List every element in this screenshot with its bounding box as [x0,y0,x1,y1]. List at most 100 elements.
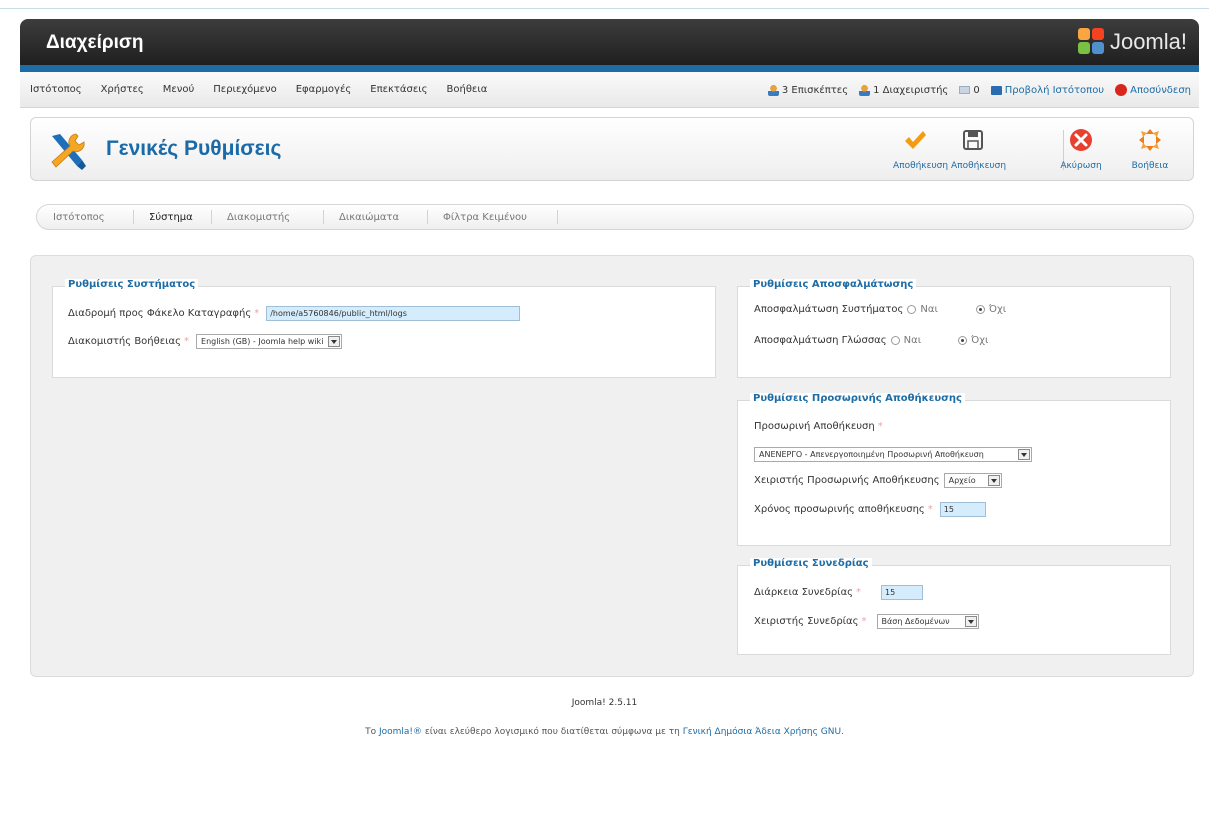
cache-time-input[interactable]: 15 [939,502,986,517]
header-accent-band [20,65,1199,72]
log-path-label: Διαδρομή προς Φάκελο Καταγραφής [68,308,252,319]
main-menu: Ιστότοπος Χρήστες Μενού Περιεχόμενο Εφαρ… [30,84,506,95]
logout-link[interactable]: Αποσύνδεση [1115,84,1191,96]
save-button[interactable]: Αποθήκευση [951,128,1006,171]
help-server-label: Διακομιστής Βοήθειας [68,336,182,347]
license-footer: Το Joomla!® είναι ελεύθερο λογισμικό που… [365,727,844,737]
language-debug-label: Αποσφαλμάτωση Γλώσσας [754,335,887,346]
logout-icon [1115,84,1128,96]
cache-handler-select[interactable]: Αρχείο [943,473,1002,488]
cancel-icon [1070,129,1092,151]
tab-system[interactable]: Σύστημα [149,212,193,223]
system-debug-label: Αποσφαλμάτωση Συστήματος [754,304,904,315]
menu-item-help[interactable]: Βοήθεια [447,84,488,95]
messages-status[interactable]: 0 [959,85,980,96]
checkmark-icon [905,131,926,149]
tab-permissions[interactable]: Δικαιώματα [339,212,399,223]
visitors-status: 3 Επισκέπτες [767,84,848,96]
debug-settings-fieldset: Ρυθμίσεις Αποσφαλμάτωσης Αποσφαλμάτωση Σ… [737,279,1171,378]
chevron-down-icon [987,475,1000,486]
main-menubar: Ιστότοπος Χρήστες Μενού Περιεχόμενο Εφαρ… [20,72,1199,108]
page-title: Γενικές Ρυθμίσεις [106,137,282,160]
floppy-disk-icon [963,130,983,150]
menu-item-content[interactable]: Περιεχόμενο [213,84,276,95]
system-debug-no-radio[interactable] [975,305,985,314]
tab-separator [323,210,324,224]
required-marker: * [184,336,190,347]
page-toolbar: Γενικές Ρυθμίσεις Αποθήκευση Αποθήκευση … [30,117,1194,181]
system-debug-no-label: Όχι [988,304,1007,315]
log-path-row: Διαδρομή προς Φάκελο Καταγραφής * /home/… [68,306,521,321]
language-debug-no-radio[interactable] [958,336,968,345]
version-footer: Joomla! 2.5.11 [571,698,638,708]
language-debug-no-label: Όχι [971,335,989,346]
session-lifetime-row: Διάρκεια Συνεδρίας * 15 [754,585,924,600]
language-debug-row: Αποσφαλμάτωση Γλώσσας Ναι Όχι [754,335,988,346]
menu-item-site[interactable]: Ιστότοπος [30,84,82,95]
session-handler-select[interactable]: Βάση Δεδομένων [876,614,979,629]
save-close-button[interactable]: Αποθήκευση [893,128,948,171]
joomla-logo-icon [1077,28,1106,56]
tab-separator [133,210,134,224]
help-button[interactable]: Βοήθεια [1125,128,1175,171]
required-marker: * [856,587,862,598]
cancel-button[interactable]: Ακύρωση [1053,128,1109,171]
language-debug-yes-label: Ναι [903,335,922,346]
joomla-logo[interactable]: Joomla! [1077,28,1187,56]
joomla-link[interactable]: Joomla!® [379,727,422,737]
cache-select-row: ΑΝΕΝΕΡΓΟ - Απενεργοποιημένη Προσωρινή Απ… [754,447,1032,462]
visitors-icon [767,84,779,96]
session-lifetime-input[interactable]: 15 [881,585,924,600]
tab-separator [557,210,558,224]
session-lifetime-label: Διάρκεια Συνεδρίας [754,587,854,598]
chevron-down-icon [328,336,341,347]
menu-item-extensions[interactable]: Επεκτάσεις [370,84,427,95]
session-settings-fieldset: Ρυθμίσεις Συνεδρίας Διάρκεια Συνεδρίας *… [737,558,1171,655]
tools-icon [51,133,86,170]
tab-server[interactable]: Διακομιστής [227,212,290,223]
gnu-license-link[interactable]: Γενική Δημόσια Άδεια Χρήσης GNU. [683,727,844,737]
cache-label: Προσωρινή Αποθήκευση [754,421,875,432]
cache-handler-row: Χειριστής Προσωρινής Αποθήκευσης Αρχείο [754,473,1002,488]
view-site-link[interactable]: Προβολή Ιστότοπου [990,85,1104,96]
system-debug-row: Αποσφαλμάτωση Συστήματος Ναι Όχι [754,304,1006,315]
system-settings-fieldset: Ρυθμίσεις Συστήματος Διαδρομή προς Φάκελ… [52,279,716,378]
cache-select[interactable]: ΑΝΕΝΕΡΓΟ - Απενεργοποιημένη Προσωρινή Απ… [754,447,1032,462]
menu-item-menus[interactable]: Μενού [163,84,195,95]
status-module: 3 Επισκέπτες 1 Διαχειριστής 0 Προβολή Ισ… [757,84,1191,96]
help-server-select[interactable]: English (GB) - Joomla help wiki [196,334,343,349]
required-marker: * [254,308,260,319]
tab-text-filters[interactable]: Φίλτρα Κειμένου [443,212,527,223]
system-settings-legend: Ρυθμίσεις Συστήματος [65,279,199,290]
debug-settings-legend: Ρυθμίσεις Αποσφαλμάτωσης [750,279,917,290]
chevron-down-icon [1018,449,1030,460]
config-content: Ρυθμίσεις Συστήματος Διαδρομή προς Φάκελ… [30,255,1194,677]
admins-icon [859,84,871,96]
session-settings-legend: Ρυθμίσεις Συνεδρίας [750,558,872,569]
config-tabs: Ιστότοπος Σύστημα Διακομιστής Δικαιώματα… [36,204,1194,230]
system-debug-yes-label: Ναι [920,304,938,315]
cache-time-row: Χρόνος προσωρινής αποθήκευσης * 15 [754,502,986,517]
mail-icon [959,86,971,94]
admins-status: 1 Διαχειριστής [859,84,948,96]
help-server-row: Διακομιστής Βοήθειας * English (GB) - Jo… [68,334,343,349]
session-handler-label: Χειριστής Συνεδρίας [754,616,859,627]
tab-site[interactable]: Ιστότοπος [53,212,105,223]
admin-header: Διαχείριση Joomla! [20,19,1199,65]
help-lifebuoy-icon [1139,129,1161,151]
tab-separator [427,210,428,224]
session-handler-row: Χειριστής Συνεδρίας * Βάση Δεδομένων [754,614,979,629]
monitor-icon [990,85,1002,95]
required-marker: * [861,616,867,627]
cache-time-label: Χρόνος προσωρινής αποθήκευσης [754,504,925,515]
menu-item-components[interactable]: Εφαρμογές [296,84,352,95]
required-marker: * [927,504,933,515]
menu-item-users[interactable]: Χρήστες [101,84,144,95]
top-divider [0,8,1209,9]
language-debug-yes-radio[interactable] [890,336,900,345]
log-path-input[interactable]: /home/a5760846/public_html/logs [266,306,521,321]
tab-separator [211,210,212,224]
system-debug-yes-radio[interactable] [907,305,917,314]
chevron-down-icon [964,616,977,627]
cache-settings-fieldset: Ρυθμίσεις Προσωρινής Αποθήκευσης Προσωρι… [737,393,1171,546]
